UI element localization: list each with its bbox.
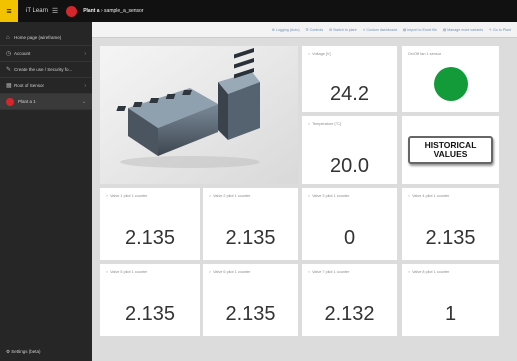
pin-icon: ⌕ <box>408 270 411 274</box>
top-bar: ≡ iT Learn ☰ Plant a › sample_a_sensor <box>0 0 517 22</box>
plant-dot-icon <box>6 97 14 106</box>
grid-icon: ▦ <box>6 83 12 89</box>
valve-value: 0 <box>343 227 356 249</box>
historical-values-button[interactable]: HISTORICAL VALUES <box>408 136 493 164</box>
toolbar-switch[interactable]: ⊞ Switch to plant <box>329 28 356 32</box>
valve-1-card[interactable]: ⌕ Valve 1 pilot 1 counter 2.135 <box>100 188 200 260</box>
valve-value: 2.135 <box>124 303 176 325</box>
product-image <box>100 46 298 184</box>
voltage-label-text: Voltage [V] <box>312 52 331 56</box>
valve-block-illustration <box>100 46 298 184</box>
clock-icon: ◷ <box>6 51 12 57</box>
dashboard-grid: ⌕ Voltage [V] 24.2 On/Off fan 1 sensor ⌕ T… <box>92 38 517 361</box>
sidebar-item-label: Home page (wireframe) <box>14 35 62 40</box>
valve-label-text: Valve 8 pilot 1 counter <box>412 270 450 274</box>
pin-icon: ⌕ <box>408 194 411 198</box>
sidebar-item-home[interactable]: ⌂ Home page (wireframe) <box>0 30 92 46</box>
chevron-right-icon: › <box>84 50 86 57</box>
settings-link[interactable]: ⚙ Settings (beta) <box>6 349 41 355</box>
pin-icon: ⌕ <box>106 194 109 198</box>
pin-icon: ⌕ <box>308 122 311 126</box>
valve-label: ⌕ Valve 6 pilot 1 counter <box>209 270 250 274</box>
valve-8-card[interactable]: ⌕ Valve 8 pilot 1 counter 1 <box>402 264 499 336</box>
valve-value: 2.135 <box>425 227 476 249</box>
valve-value: 1 <box>444 303 457 325</box>
valve-label-text: Valve 2 pilot 1 counter <box>213 194 251 198</box>
pin-icon: ⌕ <box>308 194 311 198</box>
toolbar-variants[interactable]: ▤ Manage more variants <box>443 28 483 32</box>
valve-label-text: Valve 3 pilot 1 counter <box>312 194 350 198</box>
valve-4-card[interactable]: ⌕ Valve 4 pilot 1 counter 2.135 <box>402 188 499 260</box>
valve-label: ⌕ Valve 2 pilot 1 counter <box>209 194 250 198</box>
onoff-card[interactable]: On/Off fan 1 sensor <box>402 46 499 112</box>
sidebar: ⌂ Home page (wireframe) ◷ Account › ✎ Cr… <box>0 22 92 361</box>
sidebar-item-create[interactable]: ✎ Create the use / Security fo... <box>0 62 92 78</box>
valve-label-text: Valve 4 pilot 1 counter <box>412 194 450 198</box>
onoff-label: On/Off fan 1 sensor <box>408 52 442 56</box>
toolbar-custom-dashboard[interactable]: ≺ Custom dashboard <box>363 28 397 32</box>
toolbar: ⚙ Logging (Auto) ☰ Controls ⊞ Switch to … <box>92 22 517 38</box>
sidebar-item-label: Create the use / Security fo... <box>14 67 73 72</box>
historical-card: HISTORICAL VALUES <box>402 116 499 184</box>
valve-3-card[interactable]: ⌕ Valve 3 pilot 1 counter 0 <box>302 188 397 260</box>
pin-icon: ⌕ <box>209 270 212 274</box>
valve-2-card[interactable]: ⌕ Valve 2 pilot 1 counter 2.135 <box>203 188 298 260</box>
edit-icon: ✎ <box>6 67 12 73</box>
toolbar-logging[interactable]: ⚙ Logging (Auto) <box>272 28 300 32</box>
valve-7-card[interactable]: ⌕ Valve 7 pilot 1 counter 2.132 <box>302 264 397 336</box>
status-indicator <box>433 67 468 102</box>
valve-6-card[interactable]: ⌕ Valve 6 pilot 1 counter 2.135 <box>203 264 298 336</box>
valve-label: ⌕ Valve 4 pilot 1 counter <box>408 194 449 198</box>
chevron-right-icon: › <box>84 82 86 89</box>
valve-label: ⌕ Valve 7 pilot 1 counter <box>308 270 349 274</box>
plant-avatar[interactable] <box>66 5 78 17</box>
temperature-card[interactable]: ⌕ Temperature [°C] 20.0 <box>302 116 397 184</box>
valve-label-text: Valve 1 pilot 1 counter <box>110 194 148 198</box>
temperature-label: ⌕ Temperature [°C] <box>308 122 341 126</box>
pin-icon: ⌕ <box>308 270 311 274</box>
toolbar-controls[interactable]: ☰ Controls <box>306 28 324 32</box>
breadcrumb-root[interactable]: Plant a <box>83 8 99 14</box>
valve-value: 2.135 <box>225 227 276 249</box>
toolbar-import[interactable]: ▤ Import to Excel file <box>403 28 437 32</box>
sidebar-item-label: Plant a 1 <box>18 99 36 104</box>
home-icon: ⌂ <box>6 34 10 41</box>
pin-icon: ⌕ <box>106 270 109 274</box>
pin-icon: ⌕ <box>308 52 311 56</box>
breadcrumb-path[interactable]: › sample_a_sensor <box>101 8 144 14</box>
menu-icon[interactable]: ☰ <box>52 7 58 15</box>
voltage-label: ⌕ Voltage [V] <box>308 52 331 56</box>
sidebar-item-account[interactable]: ◷ Account › <box>0 46 92 62</box>
sidebar-item-root-sensor[interactable]: ▦ Root of Sensor › <box>0 78 92 94</box>
valve-value: 2.135 <box>124 227 176 249</box>
valve-5-card[interactable]: ⌕ Valve 5 pilot 1 counter 2.135 <box>100 264 200 336</box>
temperature-value: 20.0 <box>330 155 369 177</box>
app-name: iT Learn <box>26 8 48 14</box>
valve-label-text: Valve 7 pilot 1 counter <box>312 270 350 274</box>
temperature-label-text: Temperature [°C] <box>312 122 341 126</box>
valve-label: ⌕ Valve 1 pilot 1 counter <box>106 194 147 198</box>
valve-label: ⌕ Valve 5 pilot 1 counter <box>106 270 147 274</box>
sidebar-item-plant[interactable]: Plant a 1 ⌄ <box>0 94 92 110</box>
valve-label: ⌕ Valve 3 pilot 1 counter <box>308 194 349 198</box>
pin-icon: ⌕ <box>209 194 212 198</box>
valve-value: 2.132 <box>324 303 375 325</box>
toolbar-goto-plant[interactable]: ✎ Go to Plant <box>489 28 511 32</box>
valve-value: 2.135 <box>225 303 276 325</box>
valve-label-text: Valve 5 pilot 1 counter <box>110 270 148 274</box>
voltage-card[interactable]: ⌕ Voltage [V] 24.2 <box>302 46 397 112</box>
app-logo[interactable]: ≡ <box>0 0 18 22</box>
sidebar-item-label: Root of Sensor <box>14 83 45 88</box>
sidebar-item-label: Account <box>14 51 31 56</box>
chevron-down-icon: ⌄ <box>81 98 86 105</box>
voltage-value: 24.2 <box>330 83 369 105</box>
breadcrumb[interactable]: Plant a › sample_a_sensor <box>83 8 143 14</box>
valve-label-text: Valve 6 pilot 1 counter <box>213 270 251 274</box>
valve-label: ⌕ Valve 8 pilot 1 counter <box>408 270 449 274</box>
